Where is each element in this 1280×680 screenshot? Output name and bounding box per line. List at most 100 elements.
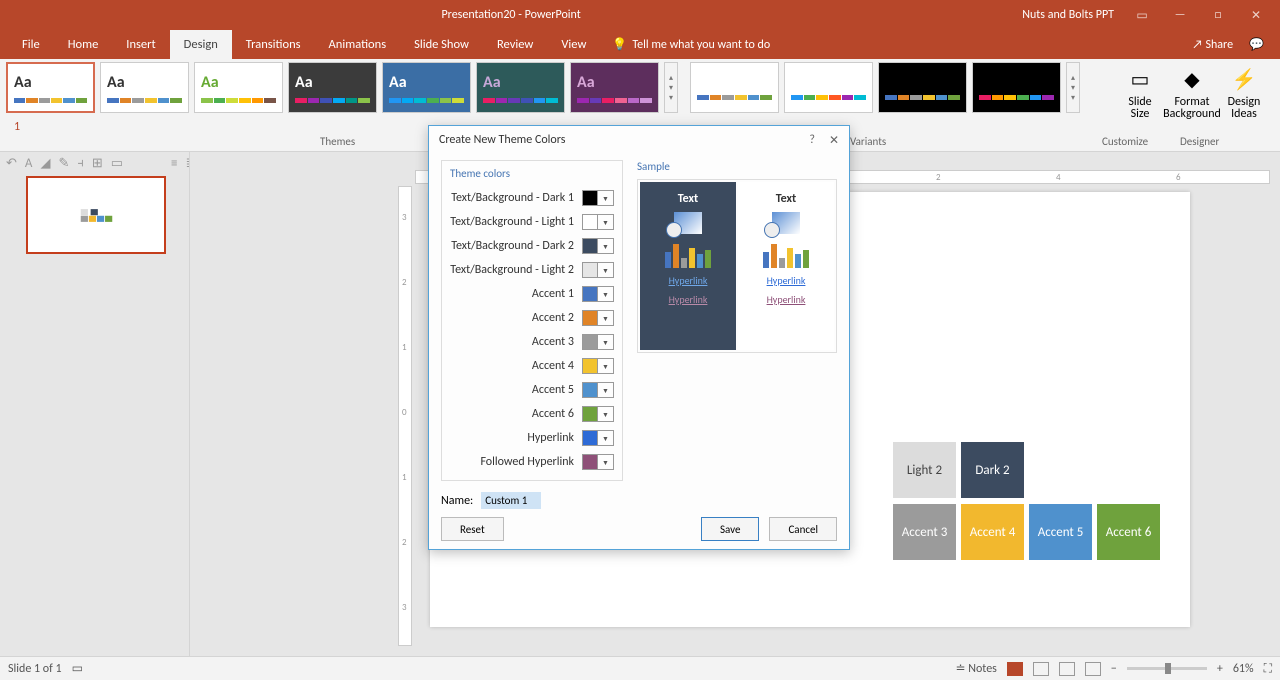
theme-name-input[interactable] xyxy=(481,492,541,509)
ribbon-display-icon[interactable]: ▭ xyxy=(1132,8,1152,23)
variants-gallery: ▴▾▾ xyxy=(690,62,1080,113)
theme-thumb[interactable]: Aa xyxy=(382,62,471,113)
theme-thumb[interactable]: Aa xyxy=(570,62,659,113)
zoom-out-icon[interactable]: − xyxy=(1111,662,1117,676)
account-name[interactable]: Nuts and Bolts PPT xyxy=(1022,8,1114,22)
sample-heading: Sample xyxy=(637,160,837,173)
bulb-icon: 💡 xyxy=(612,37,627,52)
color-swatch[interactable]: Dark 2 xyxy=(961,442,1024,498)
minimize-icon[interactable]: — xyxy=(1170,8,1190,22)
color-label: Accent 4 xyxy=(450,359,574,373)
theme-thumb[interactable]: Aa xyxy=(6,62,95,113)
color-picker[interactable]: ▼ xyxy=(582,190,614,206)
tell-me[interactable]: 💡Tell me what you want to do xyxy=(600,37,782,52)
color-label: Hyperlink xyxy=(450,431,574,445)
slide-size-button[interactable]: ▭Slide Size xyxy=(1118,66,1162,120)
status-bar: Slide 1 of 1 ▭ ≐ Notes − + 61% ⛶ xyxy=(0,656,1280,680)
variant-thumb[interactable] xyxy=(972,62,1061,113)
tab-insert[interactable]: Insert xyxy=(112,30,169,59)
zoom-level[interactable]: 61% xyxy=(1233,662,1254,676)
help-icon[interactable]: ? xyxy=(809,133,815,148)
normal-view-icon[interactable] xyxy=(1007,662,1023,676)
color-picker[interactable]: ▼ xyxy=(582,238,614,254)
slide-counter[interactable]: Slide 1 of 1 xyxy=(8,662,62,676)
dialog-title: Create New Theme Colors xyxy=(439,133,565,147)
tab-home[interactable]: Home xyxy=(54,30,113,59)
dialog-titlebar[interactable]: Create New Theme Colors ? ✕ xyxy=(429,126,849,154)
spellcheck-icon[interactable]: ▭ xyxy=(72,661,83,676)
cancel-button[interactable]: Cancel xyxy=(769,517,837,541)
notes-button[interactable]: ≐ Notes xyxy=(955,661,996,676)
color-picker[interactable]: ▼ xyxy=(582,262,614,278)
tab-transitions[interactable]: Transitions xyxy=(232,30,315,59)
slideshow-view-icon[interactable] xyxy=(1085,662,1101,676)
group-customize-label: Customize xyxy=(1102,135,1148,148)
name-label: Name: xyxy=(441,494,473,508)
zoom-in-icon[interactable]: + xyxy=(1217,662,1223,676)
theme-thumb[interactable]: Aa xyxy=(476,62,565,113)
reset-button[interactable]: Reset xyxy=(441,517,504,541)
color-swatch[interactable]: Light 2 xyxy=(893,442,956,498)
variant-thumb[interactable] xyxy=(784,62,873,113)
format-background-button[interactable]: ◆Format Background xyxy=(1170,66,1214,120)
title-bar: Presentation20 - PowerPoint Nuts and Bol… xyxy=(0,0,1280,30)
color-label: Accent 1 xyxy=(450,287,574,301)
color-picker[interactable]: ▼ xyxy=(582,334,614,350)
comments-icon[interactable]: 💬 xyxy=(1249,37,1264,52)
theme-colors-heading: Theme colors xyxy=(450,167,614,180)
color-label: Text/Background - Light 1 xyxy=(450,215,574,229)
document-title: Presentation20 - PowerPoint xyxy=(0,8,1022,22)
color-picker[interactable]: ▼ xyxy=(582,214,614,230)
color-picker[interactable]: ▼ xyxy=(582,286,614,302)
tab-slideshow[interactable]: Slide Show xyxy=(400,30,483,59)
design-ideas-button[interactable]: ⚡Design Ideas xyxy=(1222,66,1266,120)
slide-thumbnail[interactable] xyxy=(26,176,166,254)
save-button[interactable]: Save xyxy=(701,517,759,541)
dialog-close-icon[interactable]: ✕ xyxy=(829,133,839,148)
color-swatch[interactable]: Accent 5 xyxy=(1029,504,1092,560)
create-theme-colors-dialog: Create New Theme Colors ?✕ Theme colors … xyxy=(428,125,850,550)
color-label: Accent 2 xyxy=(450,311,574,325)
reading-view-icon[interactable] xyxy=(1059,662,1075,676)
color-picker[interactable]: ▼ xyxy=(582,430,614,446)
color-swatch[interactable]: Accent 6 xyxy=(1097,504,1160,560)
color-swatch[interactable]: Accent 4 xyxy=(961,504,1024,560)
zoom-slider[interactable] xyxy=(1127,667,1207,670)
color-swatch[interactable]: Accent 3 xyxy=(893,504,956,560)
color-picker[interactable]: ▼ xyxy=(582,310,614,326)
variants-more[interactable]: ▴▾▾ xyxy=(1066,62,1080,113)
color-picker[interactable]: ▼ xyxy=(582,454,614,470)
vertical-ruler: 3210123 xyxy=(398,186,412,646)
group-variants-label: Variants xyxy=(850,135,886,148)
theme-thumb[interactable]: Aa xyxy=(100,62,189,113)
color-picker[interactable]: ▼ xyxy=(582,406,614,422)
color-label: Text/Background - Dark 1 xyxy=(450,191,574,205)
tab-review[interactable]: Review xyxy=(483,30,547,59)
sorter-view-icon[interactable] xyxy=(1033,662,1049,676)
design-ideas-icon: ⚡ xyxy=(1230,66,1258,94)
close-icon[interactable]: ✕ xyxy=(1246,8,1266,23)
tab-file[interactable]: File xyxy=(8,30,54,59)
theme-thumb[interactable]: Aa xyxy=(288,62,377,113)
themes-more[interactable]: ▴▾▾ xyxy=(664,62,678,113)
group-themes-label: Themes xyxy=(320,135,355,148)
share-button[interactable]: ↗ Share xyxy=(1192,38,1233,52)
color-label: Accent 5 xyxy=(450,383,574,397)
variant-thumb[interactable] xyxy=(878,62,967,113)
slide-number: 1 xyxy=(14,120,20,134)
fit-to-window-icon[interactable]: ⛶ xyxy=(1264,662,1272,676)
maximize-icon[interactable]: □ xyxy=(1208,8,1228,22)
color-label: Text/Background - Light 2 xyxy=(450,263,574,277)
tab-view[interactable]: View xyxy=(547,30,600,59)
format-bg-icon: ◆ xyxy=(1178,66,1206,94)
sample-preview: TextHyperlinkHyperlink TextHyperlinkHype… xyxy=(637,179,837,353)
group-designer-label: Designer xyxy=(1180,135,1219,148)
tab-design[interactable]: Design xyxy=(170,30,232,59)
color-picker[interactable]: ▼ xyxy=(582,358,614,374)
tab-animations[interactable]: Animations xyxy=(315,30,401,59)
theme-thumb[interactable]: Aa xyxy=(194,62,283,113)
slide-thumbnails: 1 xyxy=(0,152,190,656)
themes-gallery: Aa Aa Aa Aa Aa Aa Aa ▴▾▾ xyxy=(6,62,678,113)
color-picker[interactable]: ▼ xyxy=(582,382,614,398)
variant-thumb[interactable] xyxy=(690,62,779,113)
